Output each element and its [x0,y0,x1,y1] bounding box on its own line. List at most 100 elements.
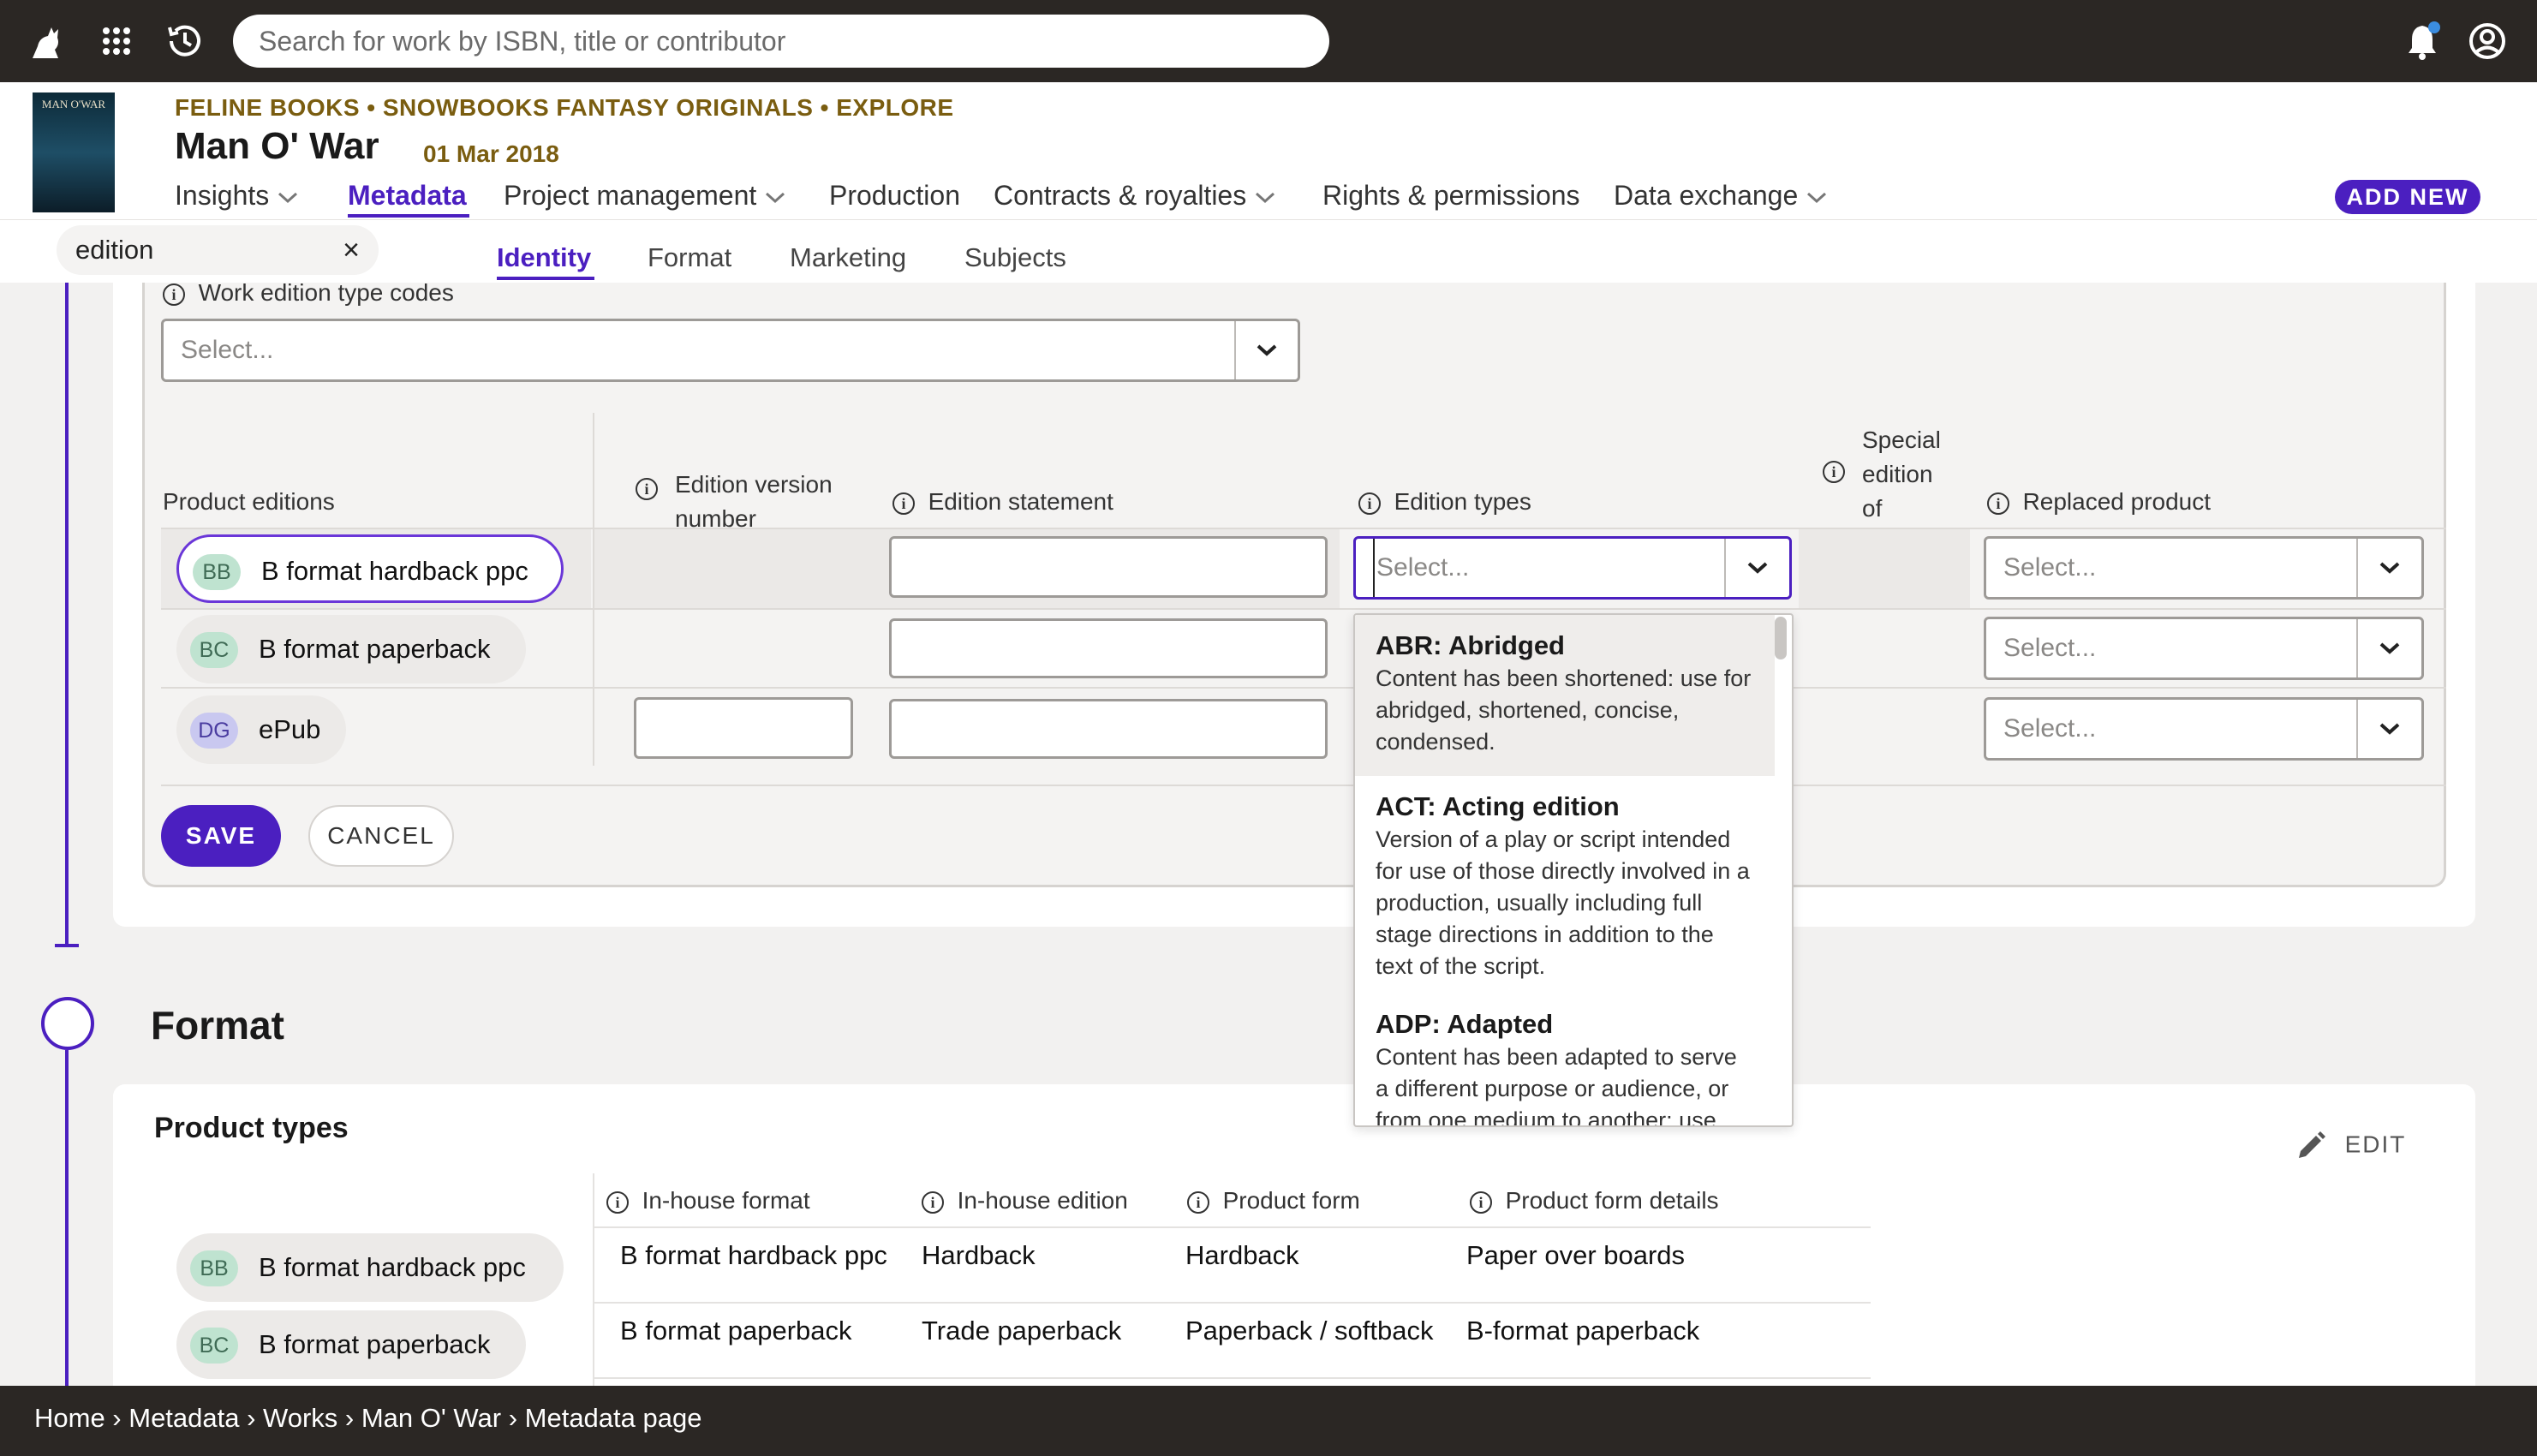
nav-data-exchange[interactable]: Data exchange [1614,180,1828,212]
breadcrumb[interactable]: Home › Metadata › Works › Man O' War › M… [34,1403,701,1434]
special-edition-of-header: i Special edition of [1823,423,1941,526]
product-pill-dg[interactable]: DG ePub [176,695,346,764]
subtab-active-indicator [497,277,594,280]
work-edition-type-codes-select[interactable]: Select... [161,319,1300,382]
edition-statement-input[interactable] [889,536,1328,598]
product-name: B format hardback ppc [261,556,528,586]
edition-types-header: i Edition types [1358,485,1531,519]
nav-rights-permissions[interactable]: Rights & permissions [1322,180,1580,212]
edit-button[interactable]: EDIT [2294,1129,2406,1163]
field-filter-input[interactable] [57,225,379,275]
imprint-breadcrumb: FELINE BOOKS • SNOWBOOKS FANTASY ORIGINA… [175,94,954,121]
dropdown-option-act[interactable]: ACT: Acting edition Version of a play or… [1355,776,1775,996]
nav-production[interactable]: Production [829,180,960,212]
option-description: Content has been adapted to serve a diff… [1376,1044,1737,1127]
book-cover-image: MAN O'WAR [33,92,115,212]
info-icon[interactable]: i [892,492,915,515]
edition-statement-input[interactable] [889,699,1328,759]
edition-types-select[interactable]: Select... [1353,536,1792,600]
info-icon[interactable]: i [1987,492,2009,515]
product-pill-bc[interactable]: BC B format paperback [176,615,526,683]
edition-version-number-header: i Edition version number [636,468,833,536]
save-button[interactable]: SAVE [161,805,281,867]
nav-project-management[interactable]: Project management [504,180,786,212]
option-title: ACT: Acting edition [1376,791,1620,821]
product-name: ePub [259,714,321,744]
edition-version-number-input[interactable] [634,697,853,759]
user-account-icon[interactable] [2467,21,2508,62]
nav-active-indicator [348,214,469,218]
row-divider [594,1377,1871,1379]
search-input[interactable] [233,15,1329,68]
info-icon[interactable]: i [606,1190,629,1214]
notifications-bell-icon[interactable] [2402,21,2443,62]
product-initials: DG [190,713,238,749]
table-cell: Hardback [922,1240,1036,1270]
info-icon[interactable]: i [1823,461,1845,483]
apps-grid-icon[interactable] [96,21,137,62]
dropdown-option-adp[interactable]: ADP: Adapted Content has been adapted to… [1355,994,1775,1127]
tab-marketing[interactable]: Marketing [790,242,906,273]
product-form-header: i Product form [1187,1187,1360,1214]
add-new-button[interactable]: ADD NEW [2335,180,2480,214]
edition-statement-header: i Edition statement [892,485,1113,519]
product-initials: BC [190,1328,238,1364]
replaced-product-select[interactable]: Select... [1984,697,2424,761]
info-icon[interactable]: i [163,283,185,306]
inhouse-format-header: i In-house format [606,1187,810,1214]
dropdown-option-abr[interactable]: ABR: Abridged Content has been shortened… [1355,615,1775,776]
work-edition-type-codes-label: i Work edition type codes [163,276,454,310]
replaced-product-select[interactable]: Select... [1984,617,2424,680]
product-types-heading: Product types [154,1112,349,1144]
edit-label: EDIT [2344,1131,2407,1158]
product-pill-bc[interactable]: BC B format paperback [176,1310,526,1379]
nav-metadata[interactable]: Metadata [348,180,467,212]
info-icon[interactable]: i [1187,1190,1209,1214]
product-editions-header: Product editions [163,488,335,515]
info-icon[interactable]: i [922,1190,944,1214]
product-pill-bb[interactable]: BB B format hardback ppc [176,1233,564,1302]
tab-format[interactable]: Format [648,242,731,273]
product-form-details-header: i Product form details [1470,1187,1719,1214]
product-name: B format paperback [259,1329,491,1359]
row-divider [594,1302,1871,1304]
top-bar [0,0,2537,82]
option-description: Content has been shortened: use for abri… [1376,665,1752,755]
tab-identity[interactable]: Identity [497,242,591,273]
tab-subjects[interactable]: Subjects [964,242,1066,273]
history-icon[interactable] [164,21,206,62]
row-divider [594,1226,1871,1228]
cancel-button[interactable]: CANCEL [308,805,454,867]
info-icon[interactable]: i [1470,1190,1492,1214]
row-divider [161,785,2446,786]
replaced-product-header: i Replaced product [1987,485,2211,519]
nav-contracts-royalties[interactable]: Contracts & royalties [994,180,1276,212]
breadcrumb-bar: Home › Metadata › Works › Man O' War › M… [0,1386,2537,1456]
timeline-line-format [65,1050,69,1386]
row-divider [161,608,2446,610]
cat-logo-icon[interactable] [26,21,67,62]
row-divider [161,687,2446,689]
work-title: Man O' War [175,125,379,167]
table-row-highlight [1799,529,1970,608]
info-icon[interactable]: i [636,478,658,500]
product-initials: BB [190,1250,238,1286]
clear-filter-icon[interactable]: × [334,234,368,268]
timeline-line [65,283,69,947]
publication-date: 01 Mar 2018 [423,140,559,167]
edition-statement-input[interactable] [889,618,1328,678]
table-cell: Trade paperback [922,1316,1122,1346]
dropdown-scrollbar[interactable] [1775,617,1787,659]
timeline-section-marker [41,997,94,1050]
product-pill-bb[interactable]: BB B format hardback ppc [176,534,564,603]
table-cell: Paperback / softback [1185,1316,1434,1346]
nav-insights[interactable]: Insights [175,180,299,212]
option-title: ADP: Adapted [1376,1009,1554,1039]
option-description: Version of a play or script intended for… [1376,826,1750,979]
format-section-heading: Format [151,1003,284,1047]
table-cell: Paper over boards [1466,1240,1686,1270]
product-initials: BC [190,632,238,668]
product-name: B format hardback ppc [259,1252,526,1282]
replaced-product-select[interactable]: Select... [1984,536,2424,600]
info-icon[interactable]: i [1358,492,1381,515]
